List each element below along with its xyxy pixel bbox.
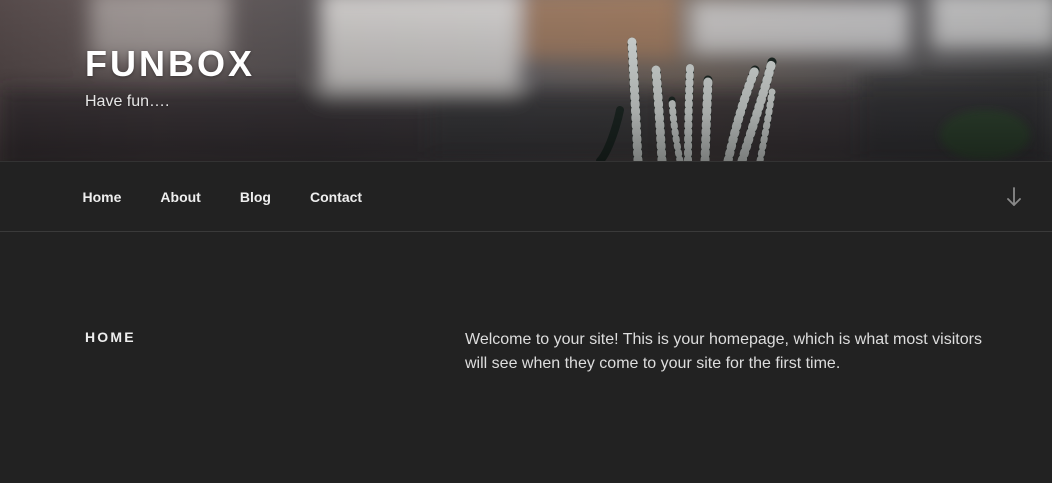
nav-item-home[interactable]: Home: [63, 181, 141, 213]
arrow-down-icon: [1007, 187, 1021, 206]
page-title: HOME: [85, 329, 136, 345]
nav-item-blog[interactable]: Blog: [220, 181, 290, 213]
plant-image: [596, 37, 777, 161]
site-title[interactable]: FUNBOX: [85, 44, 255, 84]
page-body-text: Welcome to your site! This is your homep…: [465, 331, 982, 372]
page: FUNBOX Have fun…. Home About Blog Contac…: [0, 0, 1052, 483]
site-branding: FUNBOX Have fun….: [85, 44, 255, 112]
header-image: FUNBOX Have fun….: [0, 0, 1052, 161]
nav-item-about[interactable]: About: [141, 181, 220, 213]
site-tagline: Have fun….: [85, 93, 170, 110]
scroll-down-button[interactable]: [1004, 185, 1024, 209]
main-navigation: Home About Blog Contact: [0, 161, 1052, 232]
nav-item-contact[interactable]: Contact: [290, 181, 381, 213]
nav-menu: Home About Blog Contact: [63, 162, 382, 232]
